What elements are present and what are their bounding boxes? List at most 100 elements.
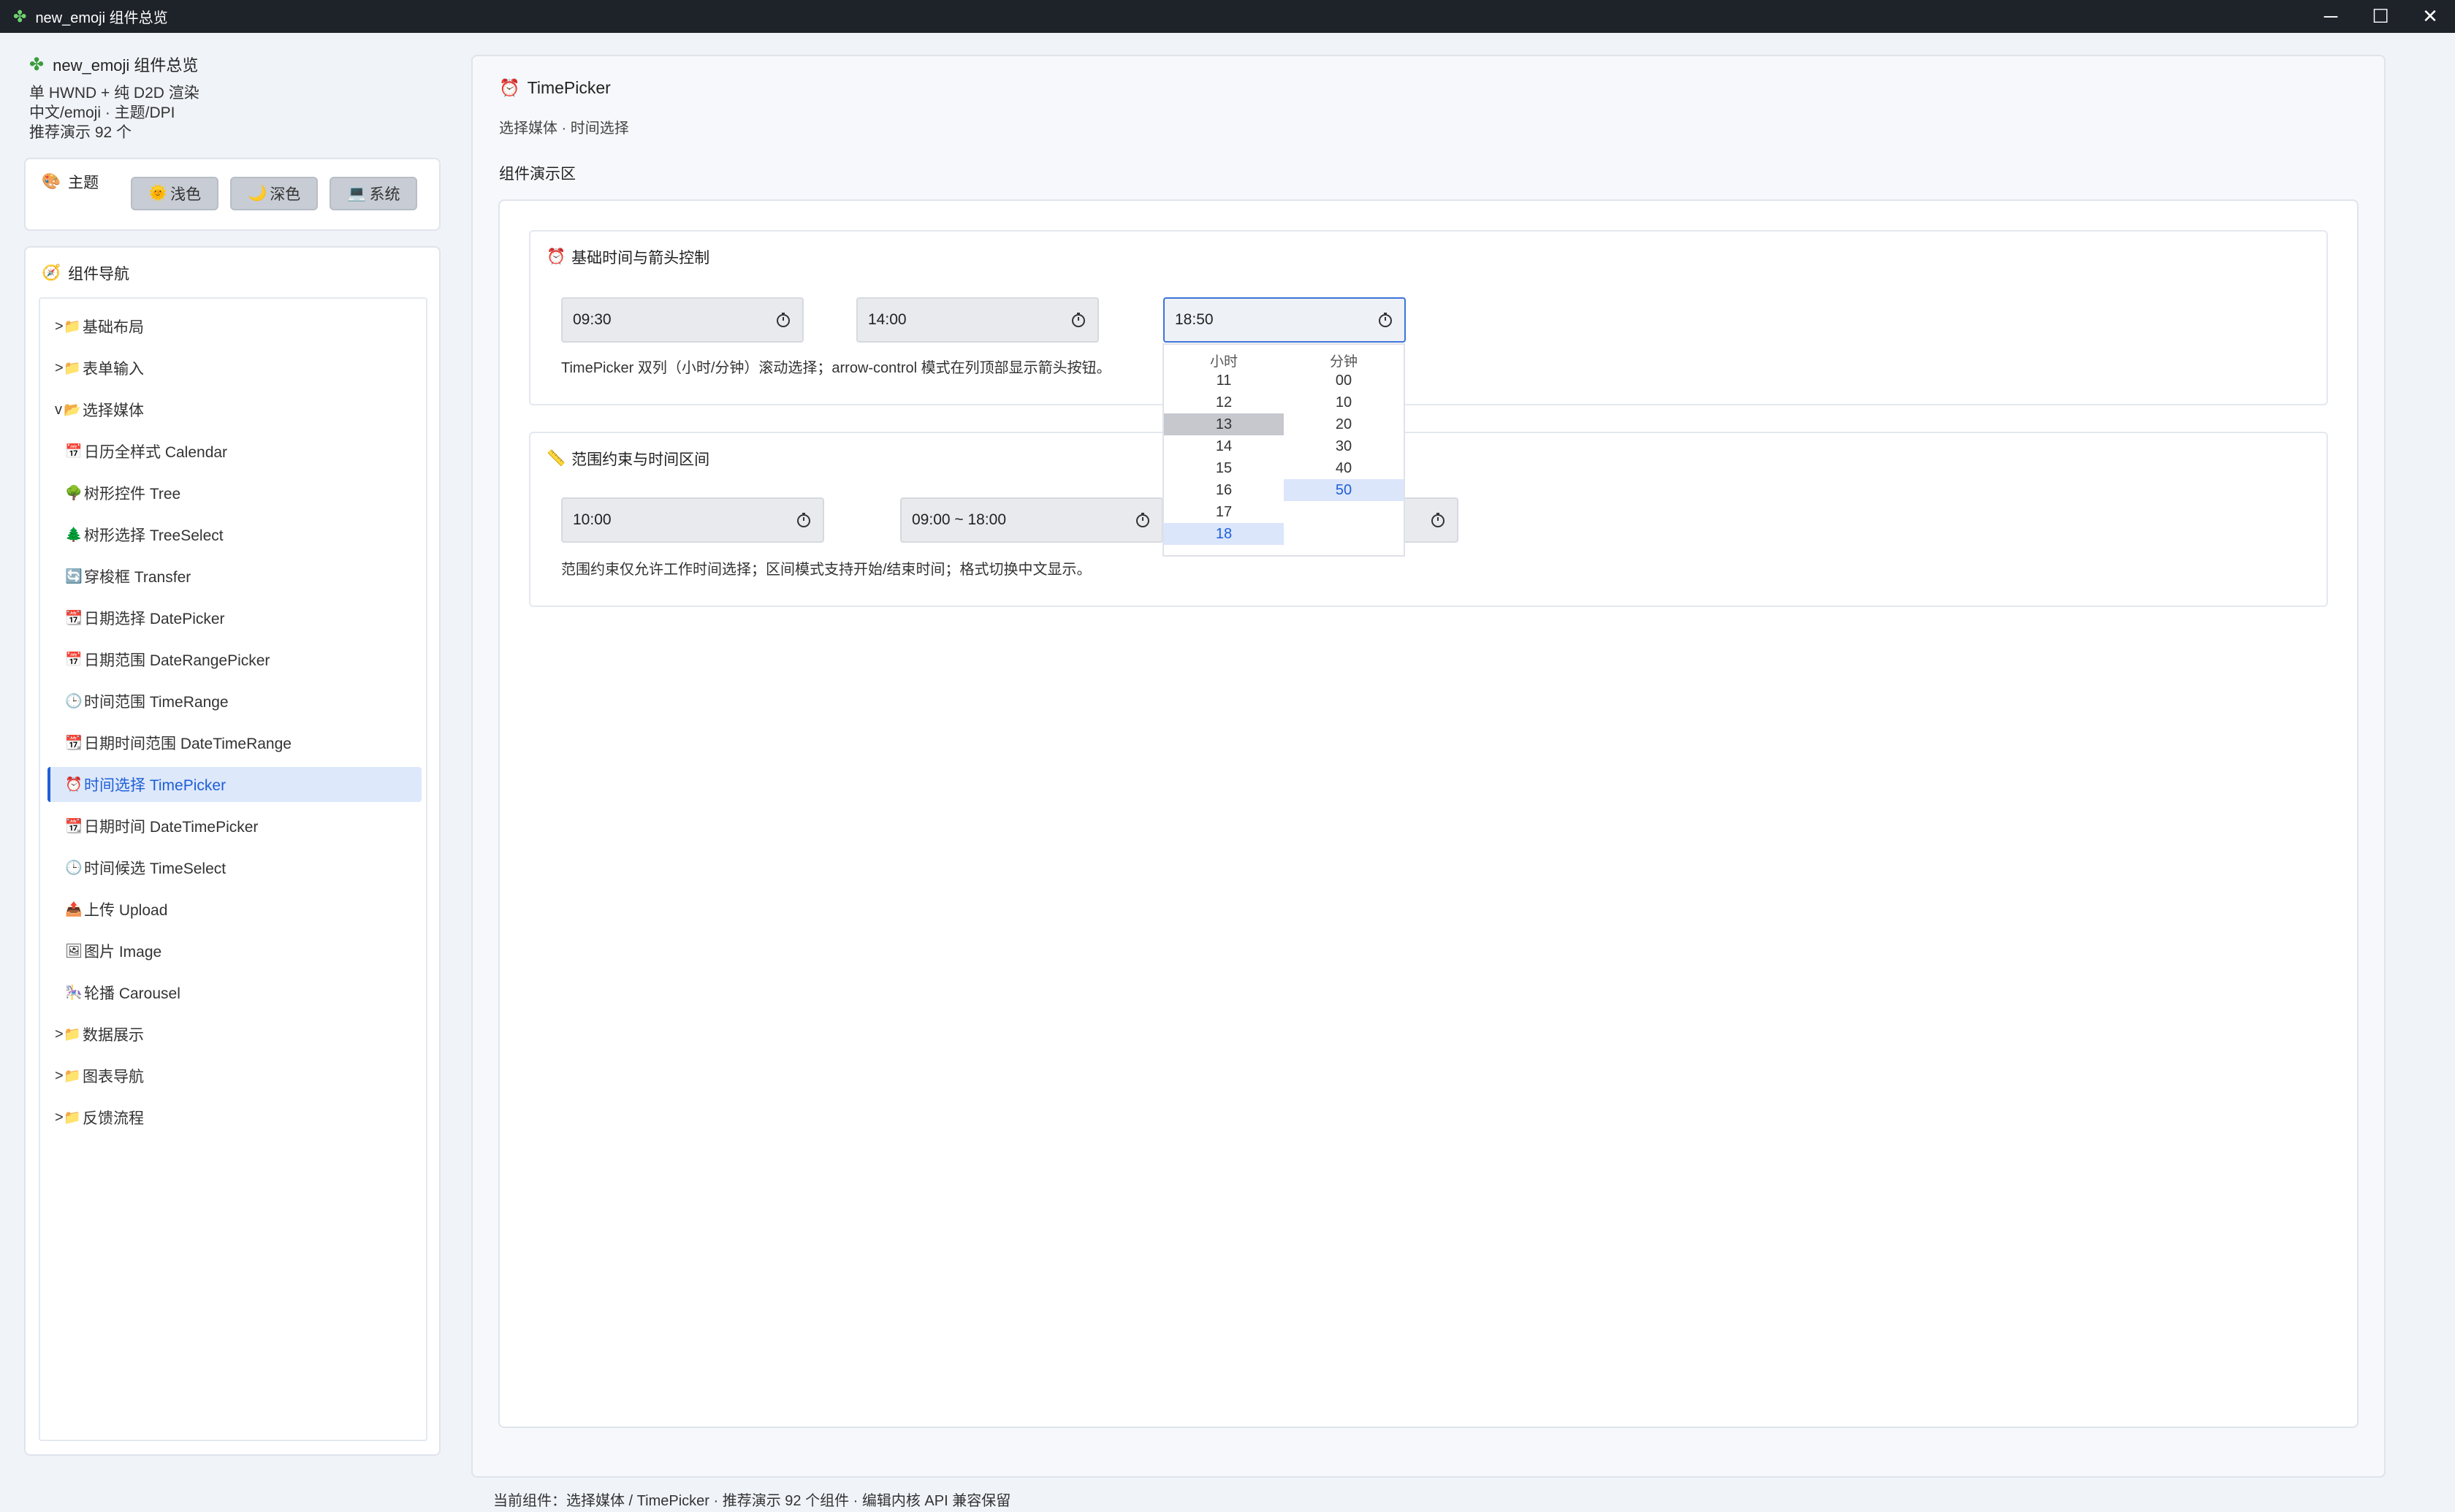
nav-item[interactable]: 🎠 轮播 Carousel: [47, 975, 422, 1010]
time-range-input[interactable]: 09:00 ~ 18:00: [900, 497, 1163, 543]
folder-icon: 📁: [64, 1110, 81, 1126]
minute-option[interactable]: 30: [1284, 435, 1404, 457]
minute-column-header: 分钟: [1329, 354, 1358, 370]
theme-system-button[interactable]: 💻 系统: [330, 177, 418, 210]
theme-panel: 🎨 主题 🌞 浅色 🌙 深色 💻 系统: [24, 158, 441, 231]
nav-item[interactable]: 🖼 图片 Image: [47, 933, 422, 969]
hour-column[interactable]: 小时 11 12 13 14 15 16 17 18: [1164, 351, 1284, 545]
nav-group[interactable]: > 📁 基础布局: [47, 309, 422, 344]
time-picker-input-active[interactable]: 18:50: [1163, 297, 1406, 343]
theme-light-button[interactable]: 🌞 浅色: [131, 177, 219, 210]
hour-option[interactable]: 15: [1164, 457, 1284, 479]
compass-icon: 🧭: [42, 264, 61, 281]
nav-item[interactable]: 🌳 树形控件 Tree: [47, 476, 422, 511]
minute-option[interactable]: 20: [1284, 413, 1404, 435]
hour-option[interactable]: 16: [1164, 479, 1284, 501]
nav-item-label: 数据展示: [83, 1027, 144, 1044]
nav-group[interactable]: v 📂 选择媒体: [47, 392, 422, 427]
page-title: TimePicker: [527, 78, 611, 97]
nav-item-label: 穿梭框 Transfer: [84, 569, 191, 586]
time-value: 09:00 ~ 18:00: [912, 511, 1007, 528]
nav-item-label: 日历全样式 Calendar: [84, 444, 228, 461]
component-nav-panel: 🧭 组件导航 > 📁 基础布局 > 📁 表单输入 v 📂 选择媒体 📅 日历全样式 Calendar…: [24, 246, 441, 1456]
time-picker-input[interactable]: 10:00: [561, 497, 824, 543]
minimize-button[interactable]: ─: [2306, 0, 2356, 33]
hour-column-header: 小时: [1209, 354, 1238, 370]
hour-option[interactable]: 17: [1164, 501, 1284, 523]
component-icon: 🎠: [65, 985, 83, 1001]
nav-item-label: 日期范围 DateRangePicker: [84, 652, 270, 669]
nav-item[interactable]: 🌲 树形选择 TreeSelect: [47, 517, 422, 552]
stopwatch-icon: [797, 513, 810, 527]
folder-icon: 📁: [64, 361, 81, 376]
nav-group[interactable]: > 📁 图表导航: [47, 1058, 422, 1093]
component-icon: 🕒: [65, 694, 83, 709]
nav-item[interactable]: 📅 日历全样式 Calendar: [47, 434, 422, 469]
nav-item-label: 时间选择 TimePicker: [84, 777, 227, 794]
nav-group[interactable]: > 📁 表单输入: [47, 351, 422, 386]
minute-option[interactable]: 50: [1284, 479, 1404, 501]
nav-item-label: 时间候选 TimeSelect: [84, 860, 227, 877]
nav-item[interactable]: 📅 日期范围 DateRangePicker: [47, 642, 422, 677]
theme-dark-button[interactable]: 🌙 深色: [230, 177, 319, 210]
nav-item[interactable]: 🕒 时间候选 TimeSelect: [47, 850, 422, 885]
sidebar-header: ✤ new_emoji 组件总览 单 HWND + 纯 D2D 渲染 中文/em…: [29, 53, 438, 142]
sun-icon: 🌞: [148, 185, 168, 202]
component-icon: 📆: [65, 611, 83, 626]
hour-option[interactable]: 13: [1164, 413, 1284, 435]
nav-item[interactable]: 📆 日期时间范围 DateTimeRange: [47, 725, 422, 760]
component-icon: 📤: [65, 902, 83, 917]
component-icon: 🔄: [65, 569, 83, 584]
nav-item[interactable]: 🔄 穿梭框 Transfer: [47, 559, 422, 594]
hour-option[interactable]: 12: [1164, 392, 1284, 413]
nav-item[interactable]: 🕒 时间范围 TimeRange: [47, 684, 422, 719]
maximize-button[interactable]: ☐: [2356, 0, 2405, 33]
time-picker-input[interactable]: 14:00: [856, 297, 1099, 343]
nav-item-label: 轮播 Carousel: [84, 985, 180, 1002]
section-range: 📏 范围约束与时间区间 10:00 09:00 ~ 18:00 范围约束仅允许工…: [529, 432, 2328, 607]
nav-item[interactable]: 📆 日期时间 DateTimePicker: [47, 809, 422, 844]
folder-icon: 📁: [64, 319, 81, 335]
subtitle-line: 中文/emoji · 主题/DPI: [29, 104, 175, 121]
hour-option[interactable]: 14: [1164, 435, 1284, 457]
minute-option[interactable]: 40: [1284, 457, 1404, 479]
minute-option[interactable]: 10: [1284, 392, 1404, 413]
close-button[interactable]: ✕: [2405, 0, 2455, 33]
nav-item-label: 基础布局: [83, 319, 144, 336]
puzzle-icon: ✤: [29, 54, 45, 75]
nav-item-label: 图表导航: [83, 1069, 144, 1085]
nav-item-label: 日期选择 DatePicker: [84, 611, 225, 627]
nav-item-label: 选择媒体: [83, 402, 144, 419]
theme-label: 主题: [68, 175, 99, 191]
demo-area: ⏰ 基础时间与箭头控制 09:30 14:00 18:50 TimePicker…: [498, 199, 2359, 1428]
component-icon: 🕒: [65, 860, 83, 876]
time-picker-input[interactable]: 09:30: [561, 297, 804, 343]
nav-tree: > 📁 基础布局 > 📁 表单输入 v 📂 选择媒体 📅 日历全样式 Calendar 🌳 树形控件 T…: [39, 297, 427, 1441]
minute-option[interactable]: 00: [1284, 370, 1404, 392]
nav-item[interactable]: ⏰ 时间选择 TimePicker: [47, 767, 422, 802]
window-title: new_emoji 组件总览: [35, 10, 168, 26]
nav-group[interactable]: > 📁 数据展示: [47, 1017, 422, 1052]
nav-item[interactable]: 📆 日期选择 DatePicker: [47, 600, 422, 635]
section-basic-time: ⏰ 基础时间与箭头控制 09:30 14:00 18:50 TimePicker…: [529, 230, 2328, 405]
theme-light-label: 浅色: [170, 186, 202, 203]
nav-group[interactable]: > 📁 反馈流程: [47, 1100, 422, 1135]
component-icon: 📆: [65, 736, 83, 751]
section-title: 范围约束与时间区间: [571, 451, 710, 468]
title-bar: ✤ new_emoji 组件总览 ─ ☐ ✕: [0, 0, 2455, 33]
main-panel: ⏰ TimePicker 选择媒体 · 时间选择 组件演示区 ⏰ 基础时间与箭头…: [471, 55, 2386, 1478]
hour-option[interactable]: 11: [1164, 370, 1284, 392]
stopwatch-icon: [1136, 513, 1149, 527]
minute-column[interactable]: 分钟 00 10 20 30 40 50: [1284, 351, 1404, 501]
folder-icon: 📂: [64, 402, 81, 418]
stopwatch-icon: [1072, 313, 1085, 327]
hour-option[interactable]: 18: [1164, 523, 1284, 545]
time-value: 14:00: [868, 311, 907, 328]
alarm-clock-icon: ⏰: [499, 78, 520, 97]
folder-icon: 📁: [64, 1027, 81, 1042]
nav-item-label: 表单输入: [83, 361, 144, 378]
section-title: 基础时间与箭头控制: [571, 250, 710, 267]
subtitle-line: 推荐演示 92 个: [29, 124, 132, 141]
nav-item[interactable]: 📤 上传 Upload: [47, 892, 422, 927]
time-picker-dropdown: 小时 11 12 13 14 15 16 17 18 分钟 00 10 20 30 40 50: [1162, 343, 1405, 557]
